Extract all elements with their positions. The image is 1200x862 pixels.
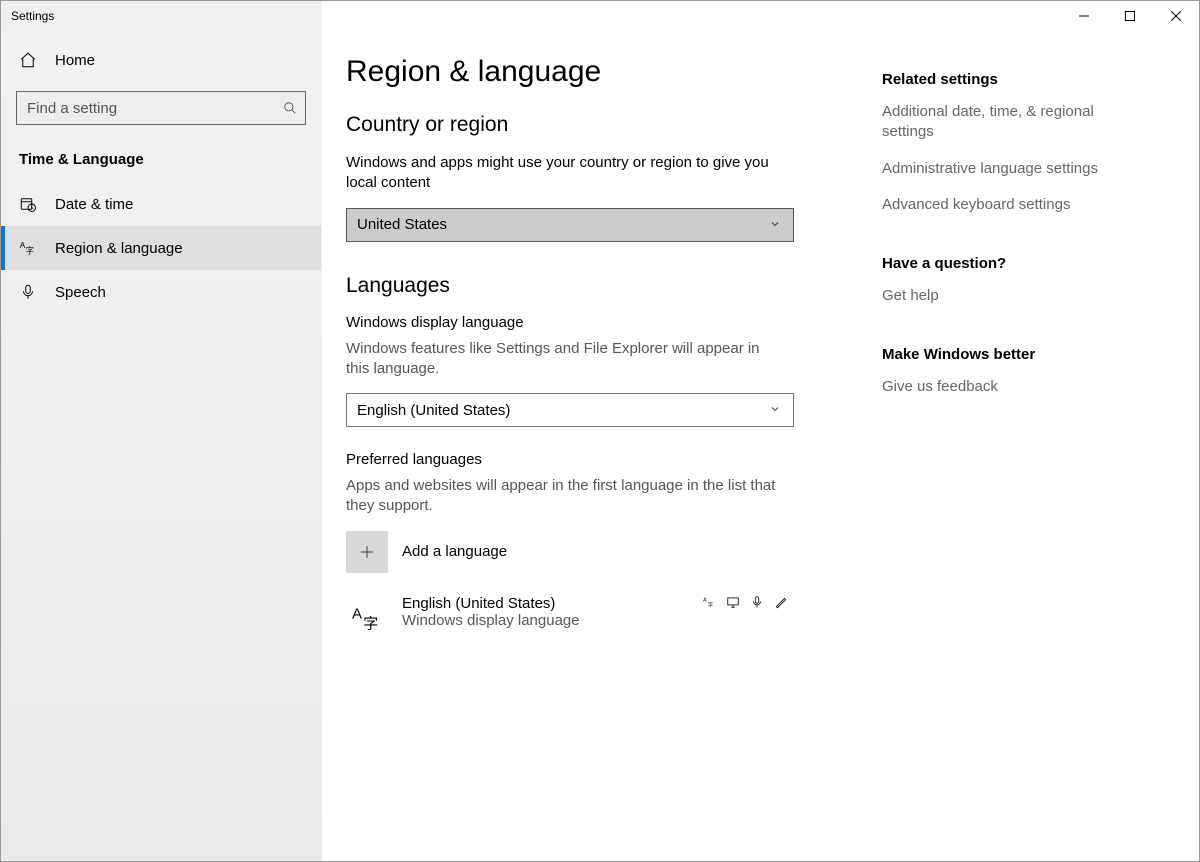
sidebar-item-speech[interactable]: Speech bbox=[1, 270, 321, 314]
country-dropdown[interactable]: United States bbox=[346, 208, 794, 242]
language-icon: A字 bbox=[19, 239, 37, 257]
chevron-down-icon bbox=[769, 403, 783, 417]
display-icon bbox=[726, 595, 742, 611]
sidebar-item-label: Speech bbox=[55, 284, 106, 301]
microphone-icon bbox=[19, 283, 37, 301]
home-nav[interactable]: Home bbox=[1, 41, 321, 79]
related-heading: Related settings bbox=[882, 71, 1142, 88]
sidebar-item-label: Date & time bbox=[55, 196, 133, 213]
related-link-keyboard[interactable]: Advanced keyboard settings bbox=[882, 195, 1142, 215]
question-heading: Have a question? bbox=[882, 255, 1142, 272]
language-sub: Windows display language bbox=[402, 612, 688, 629]
chevron-down-icon bbox=[769, 218, 783, 232]
country-value: United States bbox=[357, 216, 447, 233]
page-title: Region & language bbox=[346, 55, 858, 89]
preferred-lang-desc: Apps and websites will appear in the fir… bbox=[346, 476, 786, 517]
get-help-link[interactable]: Get help bbox=[882, 286, 1142, 306]
display-language-dropdown[interactable]: English (United States) bbox=[346, 393, 794, 427]
minimize-button[interactable] bbox=[1061, 1, 1107, 31]
svg-text:A: A bbox=[703, 597, 707, 603]
right-rail: Related settings Additional date, time, … bbox=[882, 31, 1162, 861]
close-icon bbox=[1171, 11, 1181, 21]
plus-icon bbox=[346, 531, 388, 573]
display-language-value: English (United States) bbox=[357, 402, 510, 419]
calendar-clock-icon bbox=[19, 195, 37, 213]
maximize-button[interactable] bbox=[1107, 1, 1153, 31]
sidebar-item-label: Region & language bbox=[55, 240, 183, 257]
add-language-button[interactable]: Add a language bbox=[346, 531, 858, 573]
country-heading: Country or region bbox=[346, 113, 858, 137]
speech-icon bbox=[750, 595, 766, 611]
improve-heading: Make Windows better bbox=[882, 346, 1142, 363]
minimize-icon bbox=[1079, 11, 1089, 21]
search-input[interactable] bbox=[17, 100, 275, 117]
add-language-label: Add a language bbox=[402, 543, 507, 560]
svg-text:字: 字 bbox=[363, 615, 378, 631]
handwriting-icon bbox=[774, 595, 790, 611]
language-icon: A字 bbox=[346, 595, 388, 637]
text-to-speech-icon: A字 bbox=[702, 595, 718, 611]
search-icon bbox=[275, 101, 305, 115]
maximize-icon bbox=[1125, 11, 1135, 21]
category-header: Time & Language bbox=[1, 143, 321, 182]
preferred-lang-label: Preferred languages bbox=[346, 451, 858, 468]
titlebar: Settings bbox=[1, 1, 1199, 31]
home-icon bbox=[19, 51, 37, 69]
display-lang-desc: Windows features like Settings and File … bbox=[346, 339, 786, 380]
svg-text:A: A bbox=[20, 241, 26, 250]
related-link-regional[interactable]: Additional date, time, & regional settin… bbox=[882, 102, 1142, 143]
svg-text:字: 字 bbox=[708, 600, 713, 608]
country-desc: Windows and apps might use your country … bbox=[346, 153, 786, 194]
language-item[interactable]: A字 English (United States) Windows displ… bbox=[346, 595, 794, 637]
sidebar: Home Time & Language Date & time bbox=[1, 31, 322, 861]
close-button[interactable] bbox=[1153, 1, 1199, 31]
sidebar-item-date-time[interactable]: Date & time bbox=[1, 182, 321, 226]
svg-text:A: A bbox=[352, 605, 362, 622]
related-link-admin-lang[interactable]: Administrative language settings bbox=[882, 159, 1142, 179]
window-title: Settings bbox=[11, 9, 54, 23]
search-box[interactable] bbox=[16, 91, 306, 125]
languages-heading: Languages bbox=[346, 274, 858, 298]
feedback-link[interactable]: Give us feedback bbox=[882, 377, 1142, 397]
sidebar-item-region-language[interactable]: A字 Region & language bbox=[1, 226, 321, 270]
language-name: English (United States) bbox=[402, 595, 688, 612]
home-label: Home bbox=[55, 52, 95, 69]
display-lang-label: Windows display language bbox=[346, 314, 858, 331]
svg-text:字: 字 bbox=[26, 245, 34, 255]
main: Region & language Country or region Wind… bbox=[322, 31, 1199, 861]
